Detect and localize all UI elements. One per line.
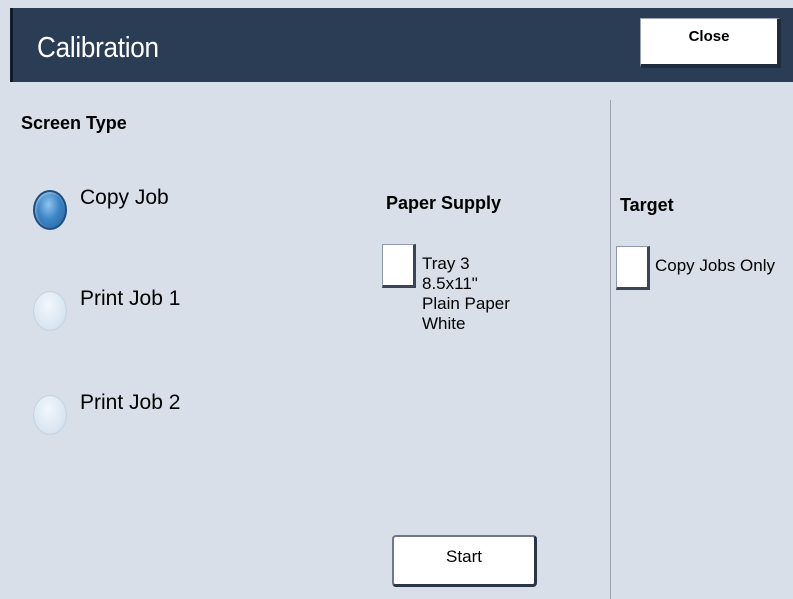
divider [610,100,611,599]
radio-label: Print Job 2 [80,391,181,414]
title-bar: Calibration Close [10,8,793,82]
tray-line: White [422,314,466,333]
paper-supply-label: Paper Supply [386,193,502,213]
paper-supply-checkbox[interactable] [382,244,416,288]
tray-info: Tray 3 8.5x11" Plain Paper White [422,254,510,334]
radio-unselected-icon[interactable] [33,395,67,435]
close-button[interactable]: Close [640,18,781,68]
radio-print-job-2[interactable]: Print Job 2 [28,391,248,435]
radio-print-job-1[interactable]: Print Job 1 [28,287,248,331]
calibration-screen: Calibration Close Screen Type Copy Job P… [0,0,793,599]
tray-line: Tray 3 [422,254,470,273]
target-label: Target [620,195,674,215]
target-option-label: Copy Jobs Only [655,256,775,275]
tray-line: 8.5x11" [422,274,478,293]
target-checkbox[interactable] [616,246,650,290]
page-title: Calibration [37,32,159,64]
screen-type-label: Screen Type [21,113,127,133]
radio-label: Copy Job [80,186,169,209]
start-button[interactable]: Start [392,535,537,587]
radio-copy-job[interactable]: Copy Job [28,186,248,230]
tray-line: Plain Paper [422,294,510,313]
radio-unselected-icon[interactable] [33,291,67,331]
radio-selected-icon[interactable] [33,190,67,230]
radio-label: Print Job 1 [80,287,181,310]
